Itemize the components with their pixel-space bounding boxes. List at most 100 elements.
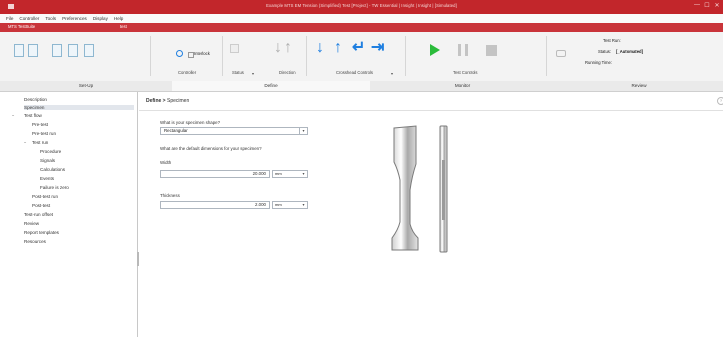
sidebar-item-post-test-run[interactable]: Post-test run [32,194,58,199]
test-controls-group-label: Test Controls [453,70,478,75]
sidebar-item-resources[interactable]: Resources [24,239,46,244]
maximize-button[interactable]: ☐ [703,2,711,11]
thickness-input[interactable]: 2.000 [160,201,270,209]
width-value: 20.000 [252,171,266,176]
thickness-label: Thickness [160,193,180,198]
save-test-icon[interactable] [52,44,62,57]
section-tab-define[interactable]: Define [172,81,371,92]
ribbon-separator [546,36,547,76]
app-name-tab[interactable]: MTS TestSuite [8,24,35,31]
sidebar-item-failure[interactable]: Failure is zero [40,185,69,190]
collapse-chevron-icon[interactable]: − [12,113,14,118]
sidebar-item-report-templates[interactable]: Report templates [24,230,59,235]
specimen-side-gauge [442,160,445,220]
section-tab-review[interactable]: Review [555,81,723,92]
sidebar-item-calculations[interactable]: Calculations [40,167,65,172]
sidebar-item-test-flow[interactable]: Test flow [24,113,42,118]
menu-controller[interactable]: Controller [19,16,39,21]
chevron-down-icon[interactable]: ▾ [300,202,307,208]
interlock-label: Interlock [194,51,210,56]
menubar: File Controller Tools Preferences Display Hel… [0,14,723,23]
close-button[interactable]: ✕ [713,2,721,11]
export-icon[interactable] [84,44,94,57]
link-icon [556,50,566,57]
breadcrumb-separator: > [162,98,166,104]
section-tab-monitor[interactable]: Monitor [370,81,556,92]
save-as-icon[interactable] [68,44,78,57]
shape-select[interactable]: Rectangular ▾ [160,127,308,135]
window-titlebar: Example MTS EM Tension (Simplified) Test… [0,0,723,14]
open-test-icon[interactable] [28,44,38,57]
pause-test-icon[interactable] [458,44,468,56]
menu-tools[interactable]: Tools [45,16,56,21]
thickness-value: 2.000 [255,202,266,207]
width-unit-value: mm [275,171,282,176]
breadcrumb: Define > Specimen [146,98,189,104]
sidebar-item-post-test[interactable]: Post-test [32,203,50,208]
sidebar-item-events[interactable]: Events [40,176,54,181]
crosshead-up-icon[interactable]: ↑ [334,40,342,56]
width-label: Width [160,160,172,165]
reset-icon[interactable] [176,50,183,57]
sidebar-item-test-run[interactable]: Test run [32,140,48,145]
menu-preferences[interactable]: Preferences [62,16,87,21]
crosshead-return-icon[interactable]: ↵ [352,40,365,56]
shape-select-value: Rectangular [164,128,188,133]
sidebar-tree [0,92,138,337]
breadcrumb-parent[interactable]: Define [146,98,161,104]
sidebar-item-specimen[interactable]: Specimen [24,105,134,110]
main-divider [139,110,723,111]
arrow-down-icon[interactable]: ↓ [274,40,282,56]
sidebar-item-pre-test[interactable]: Pre-test [32,122,48,127]
status-chevron-down-icon[interactable]: ▾ [252,71,254,76]
breadcrumb-current: Specimen [166,98,190,104]
menu-file[interactable]: File [6,16,13,21]
sidebar-item-test-run-offset[interactable]: Test-run offset [24,212,53,217]
specimen-illustration [391,125,448,253]
status-group-label[interactable]: Status [232,70,244,75]
menu-help[interactable]: Help [114,16,123,21]
specimen-front-shape [391,125,419,251]
sidebar-item-signals[interactable]: Signals [40,158,55,163]
crosshead-group-label: Crosshead Controls [336,70,374,75]
controller-group-label: Controller [178,70,197,75]
minimize-button[interactable]: — [693,2,701,11]
menu-display[interactable]: Display [93,16,108,21]
direction-group-label: Direction [279,70,296,75]
shape-question: What is your specimen shape? [160,120,221,125]
sidebar-item-review[interactable]: Review [24,221,39,226]
app-tab-strip: MTS TestSuite test [0,23,723,32]
dims-question: What are the default dimensions for your… [160,146,262,151]
status-icon[interactable] [230,44,239,53]
chevron-down-icon[interactable]: ▾ [299,128,307,134]
collapse-chevron-icon[interactable]: − [24,140,26,145]
ribbon-separator [306,36,307,76]
thickness-unit-select[interactable]: mm ▾ [272,201,308,209]
arrow-up-icon[interactable]: ↑ [284,40,292,56]
test-tab[interactable]: test [120,24,127,31]
crosshead-jog-icon[interactable]: ⇥ [371,40,384,56]
test-run-name-label: Test Run: [603,38,621,43]
ribbon-separator [222,36,223,76]
crosshead-down-icon[interactable]: ↓ [316,40,324,56]
chevron-down-icon[interactable]: ▾ [300,171,307,177]
sidebar-item-description[interactable]: Description [24,97,47,102]
width-input[interactable]: 20.000 [160,170,270,178]
stop-test-icon[interactable] [486,45,497,56]
crosshead-chevron-down-icon[interactable]: ▾ [391,71,393,76]
running-time-label: Running Time: [585,60,612,65]
pane-splitter[interactable] [137,252,139,266]
sidebar-item-pre-test-run[interactable]: Pre-test run [32,131,56,136]
test-run-status-value: [_Automated] [616,49,643,54]
test-run-status-label: Status: [598,49,612,54]
run-test-icon[interactable] [430,44,440,56]
new-test-icon[interactable] [14,44,24,57]
ribbon-separator [150,36,151,76]
section-tab-setup[interactable]: Set-Up [0,81,173,92]
ribbon-separator [405,36,406,76]
width-unit-select[interactable]: mm ▾ [272,170,308,178]
window-title: Example MTS EM Tension (Simplified) Test… [266,3,457,8]
help-icon[interactable]: ? [717,97,723,105]
sidebar-item-procedure[interactable]: Procedure [40,149,61,154]
thickness-unit-value: mm [275,202,282,207]
